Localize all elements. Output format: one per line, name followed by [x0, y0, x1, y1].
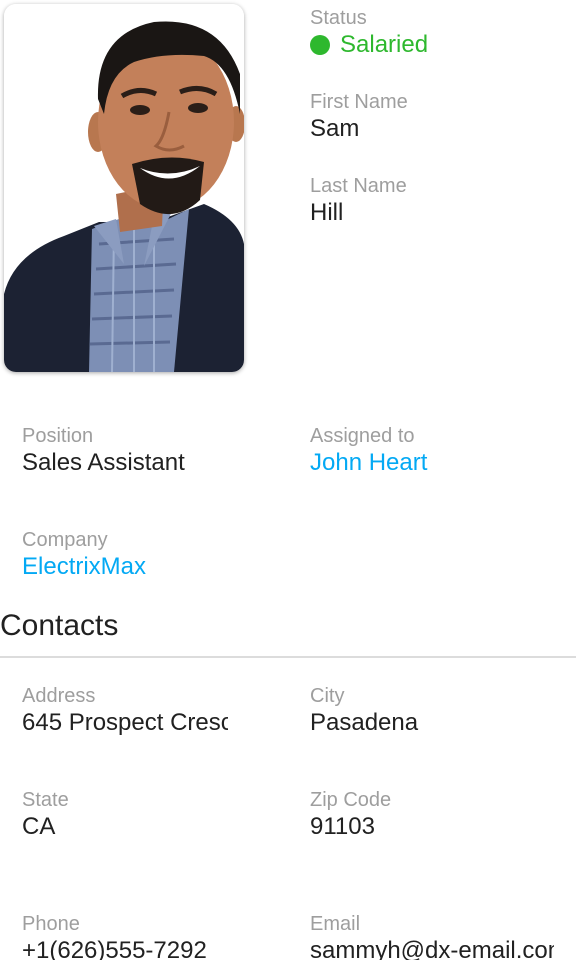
employee-photo: [4, 4, 244, 372]
state-value: CA: [22, 813, 56, 840]
status-dot-icon: [310, 35, 330, 55]
employee-details-page: Status Salaried First Name Sam Last Name…: [0, 0, 576, 960]
last-name-field: Last Name Hill: [310, 174, 560, 228]
state-field: State CA: [22, 788, 272, 842]
phone-link[interactable]: +1(626)555-7292: [22, 936, 272, 960]
assigned-to-label: Assigned to: [310, 425, 415, 447]
status-value: Salaried: [310, 30, 560, 60]
city-value: Pasadena: [310, 709, 419, 736]
status-text: Salaried: [340, 31, 429, 58]
contacts-section-title: Contacts: [0, 609, 119, 642]
address-label: Address: [22, 685, 96, 707]
address-field: Address 645 Prospect Crescent: [22, 684, 272, 738]
company-field: Company ElectrixMax: [22, 528, 272, 582]
phone-field: Phone +1(626)555-7292: [22, 912, 272, 960]
position-value: Sales Assistant: [22, 449, 185, 476]
last-name-label: Last Name: [310, 175, 407, 197]
status-field: Status Salaried: [310, 6, 560, 60]
section-divider: [0, 656, 576, 658]
email-label: Email: [310, 913, 361, 935]
zip-code-field: Zip Code 91103: [310, 788, 560, 842]
position-field: Position Sales Assistant: [22, 424, 272, 478]
first-name-value: Sam: [310, 115, 360, 142]
email-field: Email sammyh@dx-email.com: [310, 912, 560, 960]
company-label: Company: [22, 529, 108, 551]
city-label: City: [310, 685, 345, 707]
company-link[interactable]: ElectrixMax: [22, 552, 272, 582]
first-name-label: First Name: [310, 91, 408, 113]
zip-code-label: Zip Code: [310, 789, 392, 811]
status-label: Status: [310, 7, 367, 29]
city-field: City Pasadena: [310, 684, 560, 738]
address-value: 645 Prospect Crescent: [22, 709, 228, 736]
person-photo-icon: [4, 4, 244, 372]
assigned-to-field: Assigned to John Heart: [310, 424, 560, 478]
state-label: State: [22, 789, 69, 811]
first-name-field: First Name Sam: [310, 90, 560, 144]
assigned-to-link[interactable]: John Heart: [310, 448, 560, 478]
phone-label: Phone: [22, 913, 80, 935]
position-label: Position: [22, 425, 94, 447]
zip-code-value: 91103: [310, 813, 375, 840]
email-link[interactable]: sammyh@dx-email.com: [310, 936, 554, 960]
last-name-value: Hill: [310, 199, 344, 226]
